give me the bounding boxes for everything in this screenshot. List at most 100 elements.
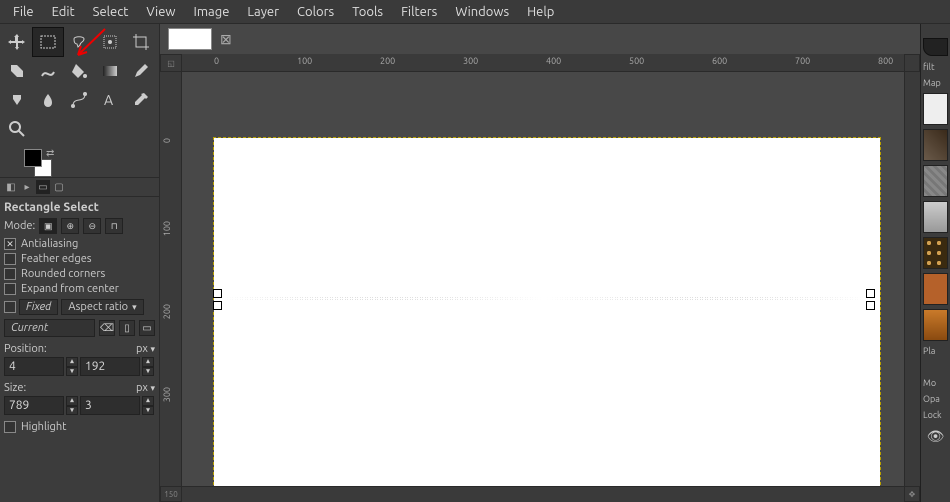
menu-file[interactable]: File — [4, 2, 43, 22]
pattern-swatch[interactable] — [923, 201, 948, 233]
ruler-corner-bl: 150 — [160, 486, 182, 502]
vertical-ruler[interactable]: 0 100 200 300 — [160, 72, 182, 486]
right-label: Pla — [921, 344, 950, 358]
position-x-input[interactable] — [4, 357, 64, 376]
canvas-viewport[interactable] — [182, 72, 904, 486]
right-label: Mo — [921, 376, 950, 390]
selection-handle-ne[interactable] — [866, 289, 875, 298]
mode-replace[interactable]: ▣ — [39, 218, 57, 234]
tool-clone[interactable] — [2, 86, 32, 114]
visibility-icon[interactable]: 👁 — [921, 428, 950, 445]
menubar: File Edit Select View Image Layer Colors… — [0, 0, 950, 24]
mode-add[interactable]: ⊕ — [61, 218, 79, 234]
ruler-corner[interactable]: ◱ — [160, 54, 182, 72]
menu-edit[interactable]: Edit — [43, 2, 84, 22]
pattern-swatch[interactable] — [923, 309, 948, 341]
spin-up[interactable]: ▴ — [66, 357, 78, 367]
size-unit-dropdown[interactable]: px ▾ — [136, 382, 155, 394]
tool-color-picker[interactable] — [126, 86, 156, 114]
label-highlight: Highlight — [21, 421, 66, 433]
tool-options-title: Rectangle Select — [4, 201, 155, 214]
nav-corner[interactable]: ✥ — [904, 486, 920, 502]
menu-colors[interactable]: Colors — [288, 2, 343, 22]
close-tab-icon[interactable]: ⊠ — [220, 31, 232, 48]
horizontal-scrollbar[interactable] — [182, 486, 904, 502]
menu-select[interactable]: Select — [84, 2, 138, 22]
document-tab[interactable] — [168, 28, 212, 50]
tool-crop[interactable] — [126, 28, 156, 56]
menu-view[interactable]: View — [137, 2, 184, 22]
menu-image[interactable]: Image — [185, 2, 239, 22]
pattern-swatch[interactable] — [923, 93, 948, 125]
fixed-label: Fixed — [19, 299, 58, 315]
spin-down[interactable]: ▾ — [142, 367, 154, 377]
swap-colors-icon[interactable]: ⇄ — [46, 147, 54, 159]
spin-up[interactable]: ▴ — [142, 357, 154, 367]
checkbox-rounded[interactable] — [4, 268, 16, 280]
spin-down[interactable]: ▾ — [142, 406, 154, 416]
fixed-mode-dropdown[interactable]: Aspect ratio▾ — [61, 299, 143, 315]
pattern-swatch[interactable] — [923, 237, 948, 269]
vertical-scrollbar[interactable] — [904, 72, 920, 486]
chevron-down-icon: ▾ — [150, 383, 155, 393]
pattern-swatch[interactable] — [923, 165, 948, 197]
document-tabs: ⊠ — [160, 24, 920, 54]
tool-transform[interactable] — [2, 57, 32, 85]
menu-layer[interactable]: Layer — [238, 2, 288, 22]
rectangle-selection[interactable] — [217, 297, 871, 300]
tool-gradient[interactable] — [95, 57, 125, 85]
tool-fuzzy-select[interactable] — [95, 28, 125, 56]
selection-handle-sw[interactable] — [213, 301, 222, 310]
landscape-icon[interactable]: ▭ — [139, 320, 155, 336]
right-tab-label[interactable]: filt — [921, 60, 950, 74]
checkbox-highlight[interactable] — [4, 421, 16, 433]
checkbox-fixed[interactable] — [4, 301, 16, 313]
dock-tab-4[interactable]: ▢ — [52, 180, 66, 194]
tool-smudge[interactable] — [33, 86, 63, 114]
tool-free-select[interactable] — [64, 28, 94, 56]
label-rounded: Rounded corners — [21, 268, 105, 280]
spin-up[interactable]: ▴ — [142, 396, 154, 406]
tool-move[interactable] — [2, 28, 32, 56]
dock-tab-2[interactable]: ▸ — [20, 180, 34, 194]
ruler-tick: 500 — [629, 56, 644, 66]
size-h-input[interactable] — [80, 396, 140, 415]
menu-tools[interactable]: Tools — [343, 2, 392, 22]
menu-windows[interactable]: Windows — [446, 2, 518, 22]
tool-warp[interactable] — [33, 57, 63, 85]
mode-intersect[interactable]: ⊓ — [105, 218, 123, 234]
size-w-input[interactable] — [4, 396, 64, 415]
horizontal-ruler[interactable]: 0 100 200 300 400 500 600 700 800 — [182, 54, 904, 72]
current-ratio[interactable]: Current — [4, 319, 95, 337]
menu-filters[interactable]: Filters — [392, 2, 446, 22]
checkbox-antialiasing[interactable] — [4, 238, 16, 250]
position-y-input[interactable] — [80, 357, 140, 376]
spin-down[interactable]: ▾ — [66, 406, 78, 416]
pattern-swatch[interactable] — [923, 129, 948, 161]
mode-label: Mode: — [4, 220, 35, 232]
tool-pencil[interactable] — [126, 57, 156, 85]
pattern-swatch[interactable] — [923, 273, 948, 305]
mode-subtract[interactable]: ⊖ — [83, 218, 101, 234]
canvas[interactable] — [214, 138, 880, 486]
foreground-color[interactable] — [24, 149, 42, 167]
spin-down[interactable]: ▾ — [66, 367, 78, 377]
selection-handle-nw[interactable] — [213, 289, 222, 298]
spin-up[interactable]: ▴ — [66, 396, 78, 406]
dock-tab-1[interactable]: ◧ — [4, 180, 18, 194]
right-tab-label[interactable]: Map — [921, 76, 950, 90]
menu-help[interactable]: Help — [518, 2, 563, 22]
tool-text[interactable]: A — [95, 86, 125, 114]
clear-icon[interactable]: ⌫ — [99, 320, 115, 336]
checkbox-feather[interactable] — [4, 253, 16, 265]
tool-bucket-fill[interactable] — [64, 57, 94, 85]
tool-paths[interactable] — [64, 86, 94, 114]
portrait-icon[interactable]: ▯ — [119, 320, 135, 336]
selection-handle-se[interactable] — [866, 301, 875, 310]
tool-zoom[interactable] — [2, 115, 32, 143]
tool-rectangle-select[interactable] — [33, 28, 63, 56]
checkbox-expand[interactable] — [4, 283, 16, 295]
dock-tab-3[interactable]: ▭ — [36, 180, 50, 194]
tool-options-panel: Rectangle Select Mode: ▣ ⊕ ⊖ ⊓ Antialias… — [0, 196, 159, 444]
position-unit-dropdown[interactable]: px ▾ — [136, 343, 155, 355]
